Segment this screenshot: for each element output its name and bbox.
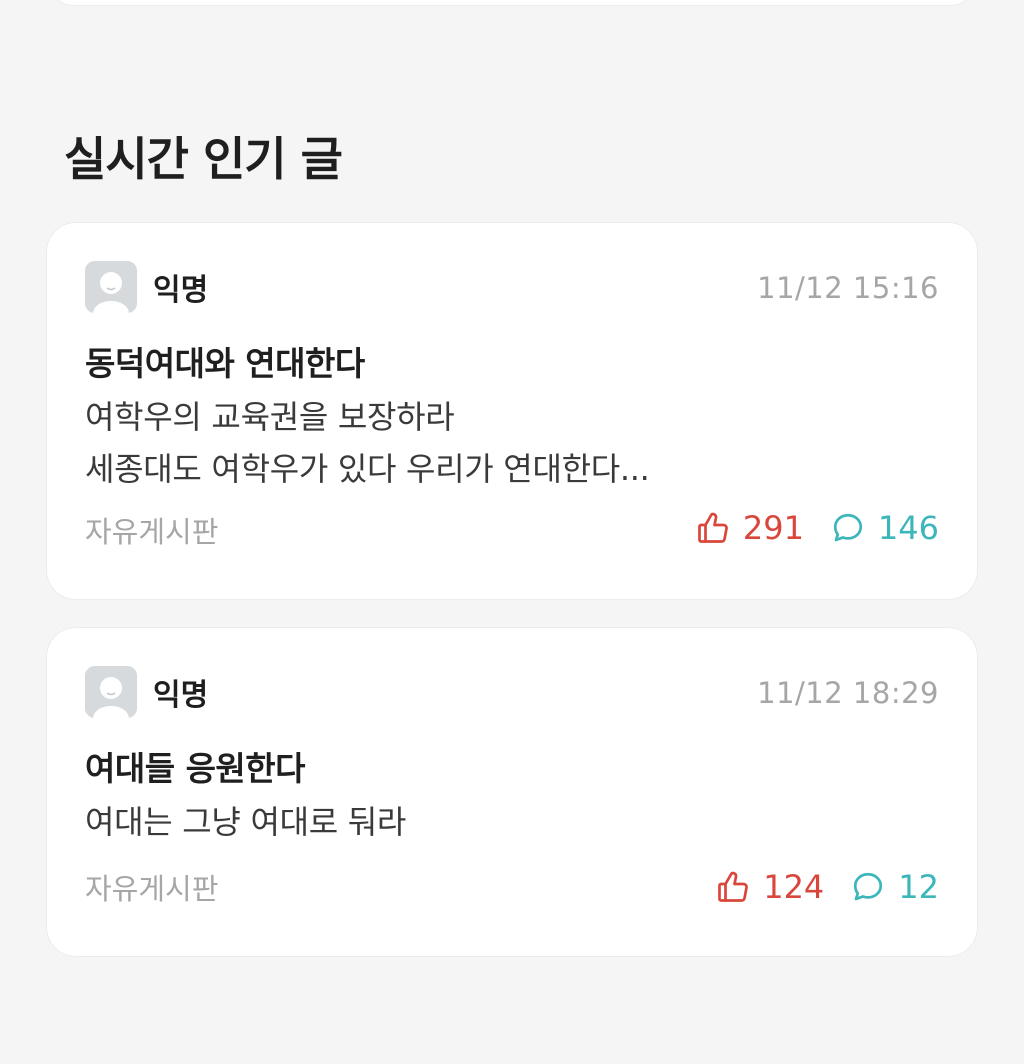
post-timestamp: 11/12 18:29 xyxy=(757,676,939,710)
like-count: 124 xyxy=(715,868,824,906)
post-body-line: 여학우의 교육권을 보장하라 xyxy=(85,398,455,436)
author-name: 익명 xyxy=(153,678,209,713)
post-stats: 124 12 xyxy=(715,868,939,906)
previous-card-bottom xyxy=(46,0,978,6)
board-name: 자유게시판 xyxy=(85,872,219,906)
like-count-value: 124 xyxy=(763,868,825,906)
comment-count: 146 xyxy=(830,509,939,547)
section-title: 실시간 인기 글 xyxy=(64,132,343,186)
comment-count-value: 12 xyxy=(898,868,939,906)
post-timestamp: 11/12 15:16 xyxy=(757,271,939,305)
author-row: 익명 xyxy=(85,666,208,718)
default-avatar-icon xyxy=(85,261,137,313)
board-name: 자유게시판 xyxy=(85,515,219,549)
author-row: 익명 xyxy=(85,261,208,313)
post-title[interactable]: 여대들 응원한다 xyxy=(85,742,306,790)
default-avatar-icon xyxy=(85,666,137,718)
thumbs-up-icon xyxy=(697,512,728,543)
post-card[interactable]: 익명 11/12 18:29 여대들 응원한다 여대는 그냥 여대로 둬라 자유… xyxy=(46,627,978,957)
post-body-line: 여대는 그냥 여대로 둬라 xyxy=(85,803,407,841)
like-count: 291 xyxy=(695,509,804,547)
post-card[interactable]: 익명 11/12 15:16 동덕여대와 연대한다 여학우의 교육권을 보장하라… xyxy=(46,222,978,600)
author-name: 익명 xyxy=(153,273,209,308)
thumbs-up-icon xyxy=(718,871,749,902)
post-body[interactable]: 여대는 그냥 여대로 둬라 xyxy=(85,796,406,848)
post-body[interactable]: 여학우의 교육권을 보장하라 세종대도 여학우가 있다 우리가 연대한다... xyxy=(85,391,650,495)
comment-count-value: 146 xyxy=(877,509,939,547)
comment-count: 12 xyxy=(850,868,939,906)
speech-bubble-icon xyxy=(854,872,883,901)
speech-bubble-icon xyxy=(833,513,863,542)
post-title[interactable]: 동덕여대와 연대한다 xyxy=(85,337,365,385)
post-body-line: 세종대도 여학우가 있다 우리가 연대한다... xyxy=(85,450,650,488)
like-count-value: 291 xyxy=(742,509,804,547)
post-stats: 291 146 xyxy=(695,509,939,547)
